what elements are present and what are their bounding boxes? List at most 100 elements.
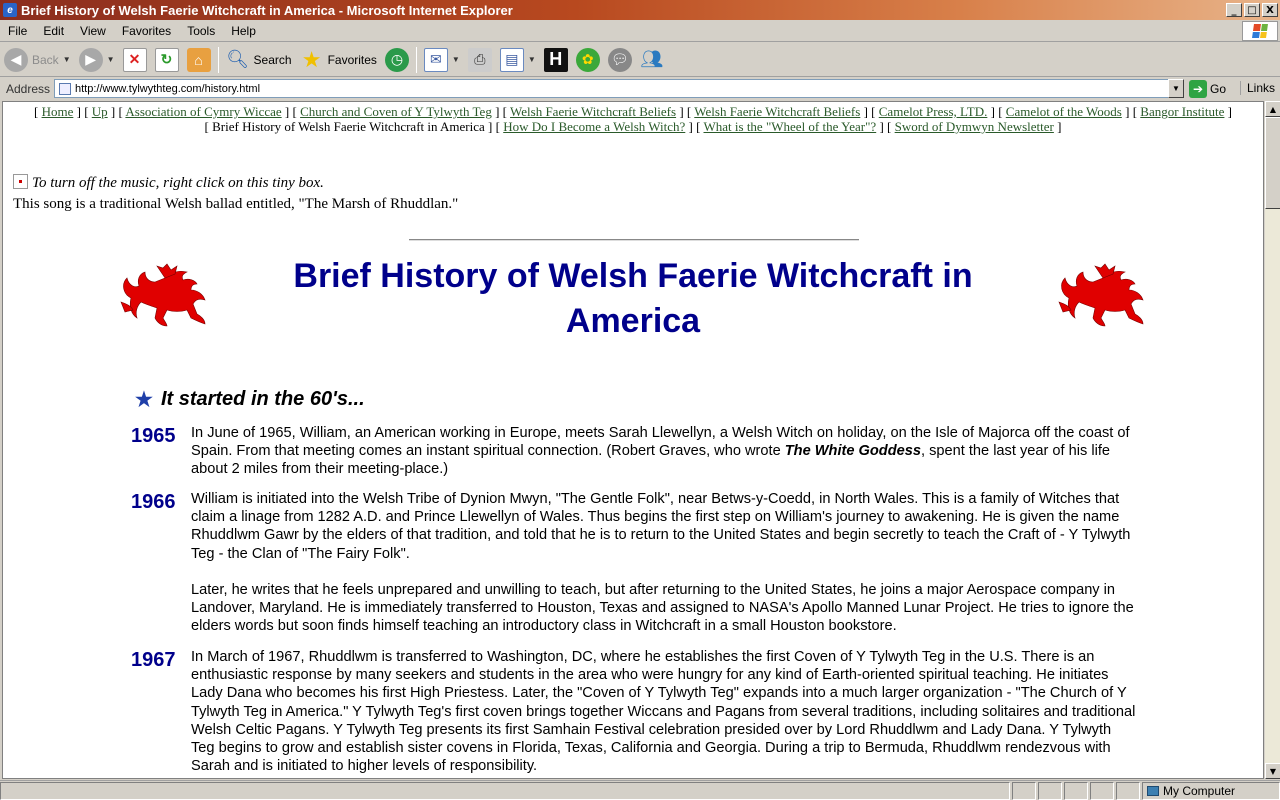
history-button[interactable]: ◷ xyxy=(381,45,413,75)
chat-icon: 💬︎ xyxy=(607,47,632,72)
address-label: Address xyxy=(6,82,51,96)
search-button[interactable]: 🔍︎ Search xyxy=(222,45,296,75)
menu-favorites[interactable]: Favorites xyxy=(114,24,179,38)
nav-link[interactable]: Up xyxy=(92,104,108,119)
minimize-button[interactable]: _ xyxy=(1226,3,1242,17)
nav-link[interactable]: Camelot of the Woods xyxy=(1006,104,1122,119)
favorites-label: Favorites xyxy=(327,52,377,67)
nav-link[interactable]: Association of Cymry Wiccae xyxy=(125,104,281,119)
book-title: The White Goddess xyxy=(784,443,921,460)
messenger-button[interactable]: 💬︎ xyxy=(604,45,636,75)
stop-icon: ✕ xyxy=(122,47,147,72)
status-cell xyxy=(1090,781,1114,800)
scroll-up-button[interactable]: ▲ xyxy=(1265,101,1280,117)
mail-icon: ✉ xyxy=(423,47,448,72)
status-cell xyxy=(1012,781,1036,800)
vertical-scrollbar[interactable]: ▲ ▼ xyxy=(1264,101,1280,779)
contacts-button[interactable]: 👥︎ xyxy=(636,45,668,75)
address-url[interactable]: http://www.tylwythteg.com/history.html xyxy=(75,83,260,95)
welsh-dragon-icon xyxy=(1058,263,1144,327)
nav-link[interactable]: Sword of Dymwyn Newsletter xyxy=(895,119,1054,134)
computer-icon xyxy=(1147,785,1159,796)
entry-paragraph: Later, he writes that he feels unprepare… xyxy=(191,581,1134,635)
print-button[interactable]: ⎙ xyxy=(464,45,496,75)
icq-button[interactable]: ✿ xyxy=(572,45,604,75)
chevron-down-icon[interactable]: ▼ xyxy=(528,55,536,64)
entry-body: William is initiated into the Welsh Trib… xyxy=(191,490,1136,635)
maximize-button[interactable]: □ xyxy=(1244,3,1260,17)
refresh-icon: ↻ xyxy=(154,47,179,72)
status-cell xyxy=(1116,781,1140,800)
music-control-box[interactable] xyxy=(13,174,28,189)
menu-help[interactable]: Help xyxy=(223,24,264,38)
menu-tools[interactable]: Tools xyxy=(179,24,223,38)
nav-link[interactable]: Home xyxy=(42,104,74,119)
security-zone: My Computer xyxy=(1142,781,1280,800)
refresh-button[interactable]: ↻ xyxy=(151,45,183,75)
window-title: Brief History of Welsh Faerie Witchcraft… xyxy=(21,2,513,18)
printer-icon: ⎙ xyxy=(467,47,492,72)
menu-bar: File Edit View Favorites Tools Help xyxy=(0,20,1280,42)
back-arrow-icon: ◀ xyxy=(4,47,28,72)
address-dropdown-button[interactable]: ▼ xyxy=(1168,79,1184,98)
timeline-entry: 1966 William is initiated into the Welsh… xyxy=(131,490,1136,635)
section-subheading: ★ It started in the 60's... xyxy=(135,387,365,412)
music-notice: To turn off the music, right click on th… xyxy=(13,174,324,192)
entry-paragraph: In March of 1967, Rhuddlwm is transferre… xyxy=(191,649,1136,775)
music-hint: To turn off the music, right click on th… xyxy=(32,175,324,191)
forward-arrow-icon: ▶ xyxy=(78,47,103,72)
search-icon: 🔍︎ xyxy=(226,49,249,69)
star-bullet-icon: ★ xyxy=(135,389,153,411)
entry-year: 1967 xyxy=(131,649,176,671)
h-button[interactable]: H xyxy=(540,45,572,75)
home-icon: ⌂ xyxy=(186,47,211,72)
entry-year: 1965 xyxy=(131,425,176,447)
chevron-down-icon[interactable]: ▼ xyxy=(107,55,115,64)
links-button[interactable]: Links xyxy=(1240,81,1275,95)
history-icon: ◷ xyxy=(384,47,409,72)
entry-body: In June of 1965, William, an American wo… xyxy=(191,424,1136,479)
close-button[interactable]: X xyxy=(1262,3,1278,17)
back-label: Back xyxy=(32,52,59,67)
home-button[interactable]: ⌂ xyxy=(183,45,215,75)
nav-link[interactable]: What is the "Wheel of the Year"? xyxy=(704,119,877,134)
chevron-down-icon[interactable]: ▼ xyxy=(452,55,460,64)
stop-button[interactable]: ✕ xyxy=(119,45,151,75)
chevron-down-icon[interactable]: ▼ xyxy=(63,55,71,64)
nav-link[interactable]: Bangor Institute xyxy=(1140,104,1224,119)
people-icon: 👥︎ xyxy=(640,49,664,69)
timeline-entry: 1965 In June of 1965, William, an Americ… xyxy=(131,424,1136,479)
status-cell xyxy=(1064,781,1088,800)
nav-link[interactable]: Welsh Faerie Witchcraft Beliefs xyxy=(510,104,676,119)
go-label: Go xyxy=(1210,81,1227,96)
menu-view[interactable]: View xyxy=(72,24,114,38)
ie-icon: e xyxy=(3,3,17,17)
nav-link[interactable]: Church and Coven of Y Tylwyth Teg xyxy=(300,104,492,119)
subheading-text: It started in the 60's... xyxy=(160,388,365,410)
toolbar-separator xyxy=(217,46,219,73)
mail-button[interactable]: ✉ ▼ xyxy=(420,45,464,75)
forward-button[interactable]: ▶ ▼ xyxy=(75,45,119,75)
toolbar-separator xyxy=(415,46,417,73)
menu-file[interactable]: File xyxy=(0,24,35,38)
favorites-button[interactable]: ★ Favorites xyxy=(296,45,381,75)
entry-paragraph: In June of 1965, William, an American wo… xyxy=(191,424,1136,479)
scroll-thumb[interactable] xyxy=(1265,117,1280,209)
status-bar: My Computer xyxy=(0,780,1280,800)
edit-page-icon: ▤ xyxy=(499,47,524,72)
status-cell xyxy=(1038,781,1062,800)
status-text xyxy=(0,781,1010,800)
scroll-down-button[interactable]: ▼ xyxy=(1265,763,1280,779)
menu-edit[interactable]: Edit xyxy=(35,24,72,38)
page-heading: Brief History of Welsh Faerie Witchcraft… xyxy=(293,257,973,340)
nav-link[interactable]: How Do I Become a Welsh Witch? xyxy=(503,119,685,134)
site-nav-row-1: [ Home ] [ Up ] [ Association of Cymry W… xyxy=(33,104,1233,119)
back-button[interactable]: ◀ Back ▼ xyxy=(0,45,75,75)
go-button[interactable]: ➔ Go xyxy=(1189,79,1226,98)
edit-button[interactable]: ▤ ▼ xyxy=(496,45,540,75)
nav-link[interactable]: Camelot Press, LTD. xyxy=(879,104,988,119)
nav-link[interactable]: Welsh Faerie Witchcraft Beliefs xyxy=(694,104,860,119)
toolbar: ◀ Back ▼ ▶ ▼ ✕ ↻ ⌂ 🔍︎ Search ★ Favorites… xyxy=(0,43,1280,77)
address-input[interactable]: http://www.tylwythteg.com/history.html xyxy=(54,79,1184,98)
timeline-entry: 1967 In March of 1967, Rhuddlwm is trans… xyxy=(131,648,1136,775)
